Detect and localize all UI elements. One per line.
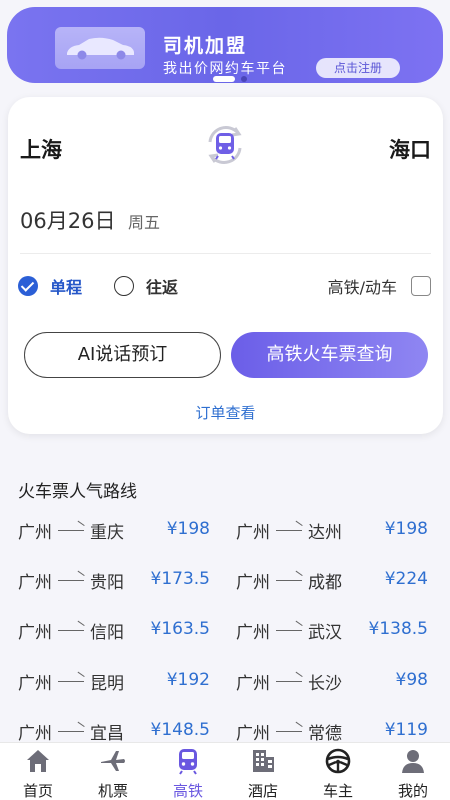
departure-city[interactable]: 上海 [20,134,62,164]
route-from: 广州 [18,673,52,694]
route-from: 广州 [236,723,270,744]
high-speed-filter[interactable]: 高铁/动车 [328,274,431,298]
tab-driver-label: 车主 [322,782,353,800]
carousel-dot-active [213,76,235,82]
route-item[interactable]: 广州 宜昌 [18,717,124,745]
route-to: 武汉 [308,622,342,643]
route-from: 广州 [18,622,52,643]
route-to: 重庆 [90,522,124,543]
weekday-label: 周五 [128,213,161,232]
route-item[interactable]: 广州 达州 [236,516,342,544]
tab-flights[interactable]: 机票 [83,747,143,800]
route-price: ¥163.5 [150,619,210,639]
route-arrow-icon [58,575,84,585]
route-from: 广州 [236,673,270,694]
tab-train[interactable]: 高铁 [158,747,218,800]
route-to: 昆明 [90,673,124,694]
route-arrow-icon [58,726,84,736]
route-to: 达州 [308,522,342,543]
popular-routes-title: 火车票人气路线 [18,482,137,502]
tab-hotel-label: 酒店 [247,782,278,800]
route-item[interactable]: 广州 昆明 [18,667,124,695]
plane-icon [99,747,127,775]
bottom-tab-bar: 首页 机票 高铁 酒店 车主 我的 [0,742,450,800]
route-arrow-icon [276,625,302,635]
route-item[interactable]: 广州 重庆 [18,516,124,544]
route-from: 广州 [236,522,270,543]
route-to: 宜昌 [90,723,124,744]
route-item[interactable]: 广州 武汉 [236,616,342,644]
tab-mine[interactable]: 我的 [383,747,443,800]
divider [20,253,431,254]
route-from: 广州 [18,572,52,593]
route-arrow-icon [276,525,302,535]
route-to: 贵阳 [90,572,124,593]
tab-driver[interactable]: 车主 [308,747,368,800]
tab-home[interactable]: 首页 [8,747,68,800]
route-from: 广州 [236,622,270,643]
arrival-city[interactable]: 海口 [389,134,431,164]
car-icon [55,27,145,69]
route-price: ¥98 [395,670,428,690]
route-price: ¥148.5 [150,720,210,740]
route-item[interactable]: 广州 长沙 [236,667,342,695]
carousel-dot [241,76,247,82]
hotel-icon [249,747,277,775]
tab-flights-label: 机票 [97,782,128,800]
steering-wheel-icon [324,747,352,775]
route-to: 长沙 [308,673,342,694]
carousel-indicator [213,75,247,83]
route-price: ¥198 [384,519,428,539]
driver-join-banner[interactable]: 司机加盟 我出价网约车平台 点击注册 [7,7,443,83]
departure-date[interactable]: 06月26日 [20,205,115,235]
route-to: 成都 [308,572,342,593]
view-orders-link[interactable]: 订单查看 [8,402,443,423]
train-ticket-search-button[interactable]: 高铁火车票查询 [231,332,428,378]
trip-type-oneway[interactable]: 单程 [18,274,82,298]
route-arrow-icon [58,625,84,635]
route-price: ¥138.5 [368,619,428,639]
route-item[interactable]: 广州 常德 [236,717,342,745]
route-arrow-icon [276,676,302,686]
route-item[interactable]: 广州 信阳 [18,616,124,644]
radio-unchecked-icon [114,276,134,296]
route-arrow-icon [58,676,84,686]
swap-cities-icon[interactable] [200,120,250,170]
oneway-label: 单程 [50,278,83,297]
tab-hotel[interactable]: 酒店 [233,747,293,800]
banner-title: 司机加盟 [163,35,248,57]
tab-home-label: 首页 [22,782,53,800]
route-item[interactable]: 广州 贵阳 [18,566,124,594]
route-from: 广州 [18,522,52,543]
high-speed-label: 高铁/动车 [327,278,397,297]
route-arrow-icon [58,525,84,535]
train-icon [174,747,202,775]
round-label: 往返 [146,278,179,297]
user-icon [399,747,427,775]
radio-checked-icon [18,276,38,296]
route-price: ¥192 [166,670,210,690]
route-to: 信阳 [90,622,124,643]
trip-type-round[interactable]: 往返 [114,274,178,298]
route-from: 广州 [18,723,52,744]
ai-voice-booking-button[interactable]: AI说话预订 [24,332,221,378]
high-speed-checkbox[interactable] [411,276,431,296]
route-price: ¥119 [384,720,428,740]
tab-train-label: 高铁 [172,782,203,800]
tab-mine-label: 我的 [397,782,428,800]
route-price: ¥198 [166,519,210,539]
route-to: 常德 [308,723,342,744]
route-item[interactable]: 广州 成都 [236,566,342,594]
route-price: ¥173.5 [150,569,210,589]
route-from: 广州 [236,572,270,593]
route-arrow-icon [276,726,302,736]
home-icon [24,747,52,775]
register-button[interactable]: 点击注册 [316,58,400,78]
route-arrow-icon [276,575,302,585]
route-price: ¥224 [384,569,428,589]
booking-card: 上海 海口 06月26日 周五 单程 往返 高铁/动车 AI说话预订 高铁火车票… [8,97,443,434]
